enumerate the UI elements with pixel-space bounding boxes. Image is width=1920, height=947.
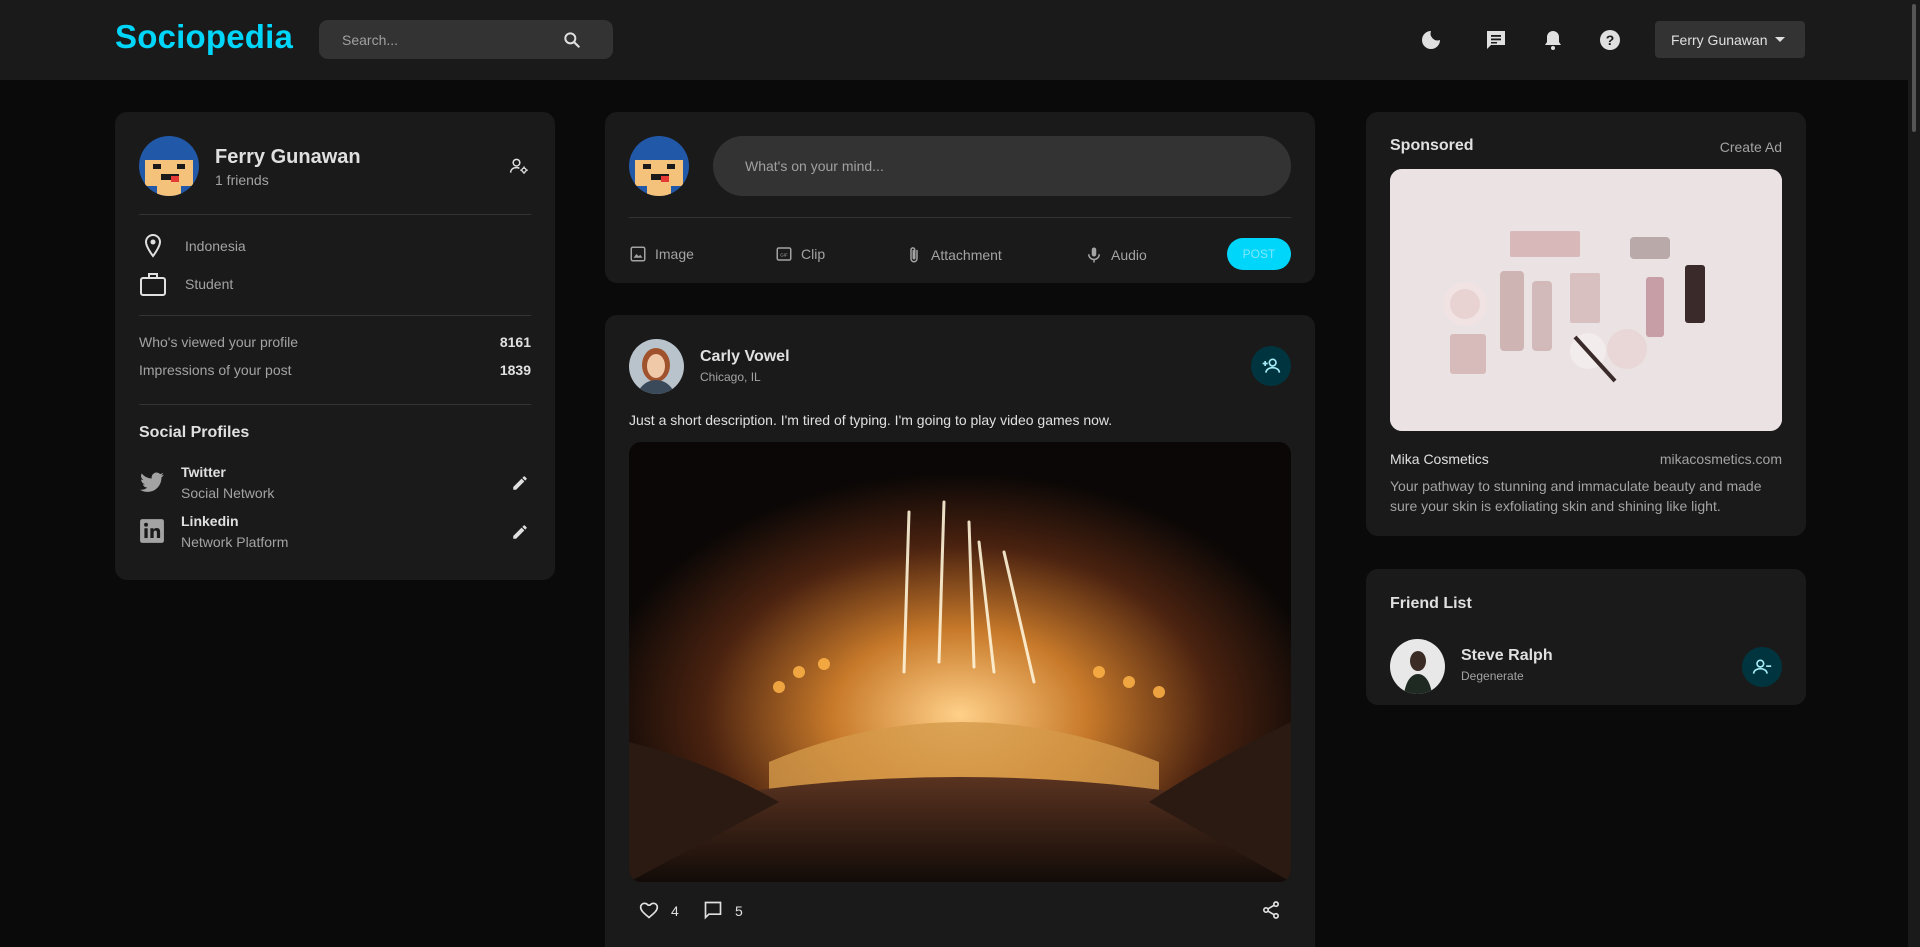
work-icon — [140, 273, 166, 296]
user-menu-select[interactable]: Ferry Gunawan — [1655, 21, 1805, 58]
navbar: Sociopedia ? Ferry Gunawan — [0, 0, 1920, 80]
manage-accounts-icon[interactable] — [509, 156, 529, 176]
post-card: Carly Vowel Chicago, IL Just a short des… — [605, 315, 1315, 947]
comment-icon[interactable] — [703, 900, 723, 920]
add-friend-button[interactable] — [1251, 346, 1291, 386]
friend-avatar[interactable] — [1390, 639, 1445, 694]
avatar[interactable] — [139, 136, 199, 196]
remove-friend-button[interactable] — [1742, 647, 1782, 687]
twitter-icon — [140, 472, 164, 492]
social-type: Social Network — [181, 485, 275, 501]
comment-count: 5 — [735, 903, 743, 919]
post-description: Just a short description. I'm tired of t… — [629, 412, 1113, 428]
app-logo[interactable]: Sociopedia — [115, 18, 293, 56]
image-icon — [630, 246, 646, 262]
stat-value: 1839 — [499, 362, 531, 378]
divider — [139, 214, 531, 215]
location-text: Indonesia — [185, 238, 246, 254]
chevron-down-icon — [1775, 37, 1785, 42]
clip-tool-label: Clip — [801, 246, 826, 262]
search-icon[interactable] — [562, 30, 582, 50]
linkedin-icon — [140, 519, 164, 543]
post-author-avatar[interactable] — [629, 339, 684, 394]
avatar[interactable] — [629, 136, 689, 196]
dark-mode-icon[interactable] — [1419, 28, 1443, 52]
divider — [139, 315, 531, 316]
sponsor-url[interactable]: mikacosmetics.com — [1660, 451, 1782, 467]
sponsored-card: Sponsored Create Ad Mika Cosmetics mikac… — [1366, 112, 1806, 536]
social-type: Network Platform — [181, 534, 289, 550]
person-add-icon — [1262, 358, 1281, 373]
edit-icon[interactable] — [511, 474, 529, 492]
post-image[interactable] — [629, 442, 1291, 882]
scrollbar-thumb[interactable] — [1912, 4, 1916, 132]
clip-tool-button[interactable]: GIF Clip — [775, 245, 825, 263]
attachment-tool-label: Attachment — [931, 247, 1002, 263]
divider — [629, 217, 1291, 218]
attachment-tool-button[interactable]: Attachment — [905, 245, 1002, 265]
like-count: 4 — [671, 903, 679, 919]
svg-text:?: ? — [1606, 32, 1615, 48]
friend-subtitle: Degenerate — [1461, 669, 1524, 683]
divider — [139, 404, 531, 405]
sponsored-title: Sponsored — [1390, 137, 1474, 154]
friends-count: 1 friends — [215, 172, 269, 188]
microphone-icon — [1088, 247, 1100, 263]
post-author-name[interactable]: Carly Vowel — [700, 348, 790, 366]
stat-label: Impressions of your post — [139, 362, 292, 378]
post-author-location: Chicago, IL — [700, 370, 761, 384]
composer-card: What's on your mind... Image GIF Clip At… — [605, 112, 1315, 283]
stat-label: Who's viewed your profile — [139, 334, 299, 350]
person-remove-icon — [1752, 659, 1772, 674]
create-ad-link[interactable]: Create Ad — [1720, 139, 1782, 155]
search-input[interactable] — [342, 20, 562, 59]
profile-name[interactable]: Ferry Gunawan — [215, 146, 361, 169]
social-profiles-title: Social Profiles — [139, 424, 250, 441]
friend-list-title: Friend List — [1390, 595, 1472, 612]
image-tool-button[interactable]: Image — [629, 245, 694, 263]
message-icon[interactable] — [1484, 28, 1508, 52]
sponsor-brand: Mika Cosmetics — [1390, 451, 1489, 467]
location-icon — [144, 233, 162, 258]
social-name[interactable]: Twitter — [181, 464, 226, 480]
friend-name[interactable]: Steve Ralph — [1461, 647, 1553, 665]
sponsored-image[interactable] — [1390, 169, 1782, 431]
edit-icon[interactable] — [511, 523, 529, 541]
share-icon[interactable] — [1261, 900, 1281, 920]
help-icon[interactable]: ? — [1598, 28, 1622, 52]
search-box[interactable] — [319, 20, 613, 59]
page-scrollbar[interactable] — [1908, 0, 1920, 947]
audio-tool-button[interactable]: Audio — [1085, 245, 1147, 265]
profile-card: Ferry Gunawan 1 friends Indonesia Studen… — [115, 112, 555, 580]
stat-value: 8161 — [499, 334, 531, 350]
social-name[interactable]: Linkedin — [181, 513, 239, 529]
sponsor-description: Your pathway to stunning and immaculate … — [1390, 478, 1762, 514]
svg-text:GIF: GIF — [780, 252, 788, 257]
post-input[interactable]: What's on your mind... — [713, 136, 1291, 196]
occupation-text: Student — [185, 276, 234, 292]
like-icon[interactable] — [639, 900, 659, 920]
audio-tool-label: Audio — [1111, 247, 1147, 263]
gif-icon: GIF — [776, 247, 792, 261]
user-menu-label: Ferry Gunawan — [1671, 32, 1768, 48]
notifications-icon[interactable] — [1541, 28, 1565, 52]
friend-list-card: Friend List Steve Ralph Degenerate — [1366, 569, 1806, 705]
post-button[interactable]: POST — [1227, 238, 1291, 270]
image-tool-label: Image — [655, 246, 694, 262]
attachment-icon — [910, 247, 918, 263]
